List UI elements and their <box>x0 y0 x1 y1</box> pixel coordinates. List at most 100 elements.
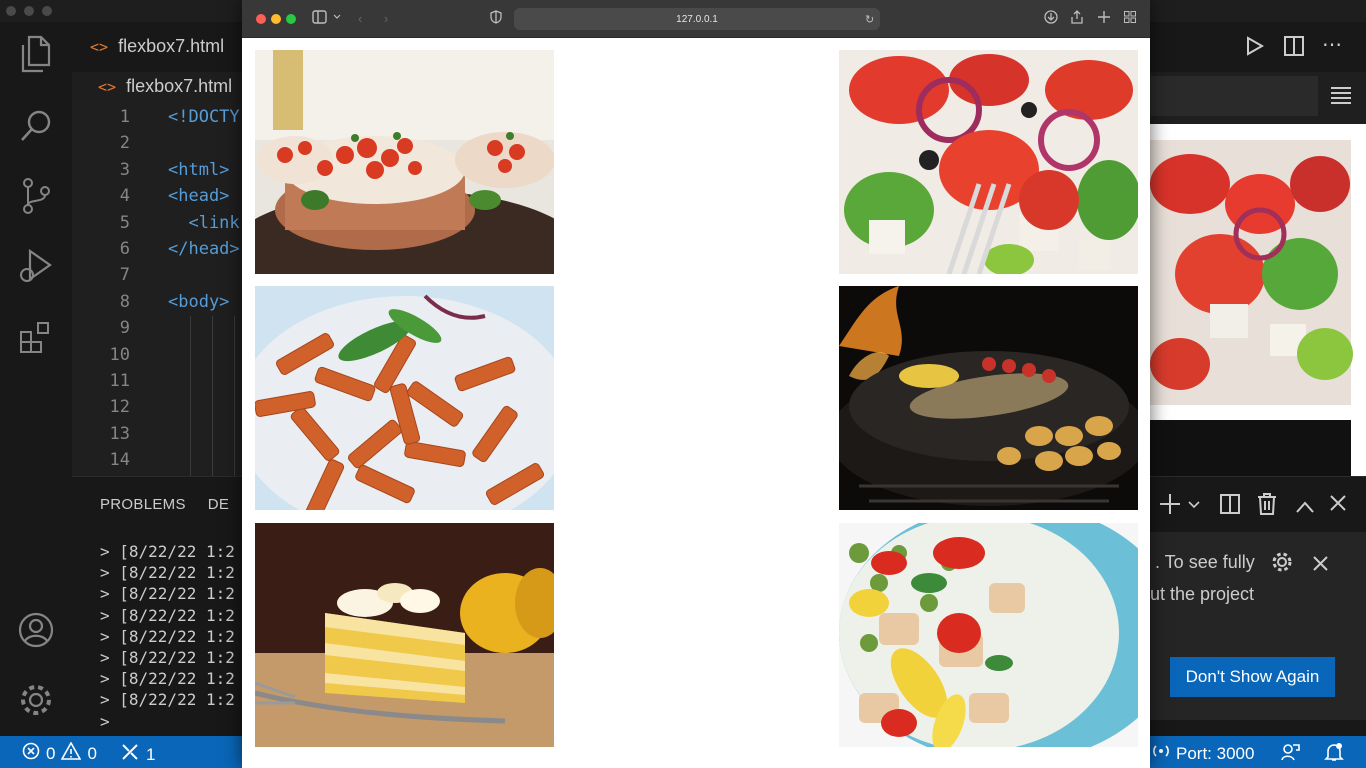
line-number: 1 <box>119 107 130 127</box>
maximize-panel-icon[interactable] <box>1296 496 1314 519</box>
tab-problems[interactable]: PROBLEMS <box>100 496 186 513</box>
terminal-line: > [8/22/22 1:2 <box>100 626 235 646</box>
source-control-icon[interactable] <box>16 176 56 216</box>
code-line[interactable]: <link <box>168 213 239 233</box>
shield-icon[interactable] <box>490 10 502 29</box>
share-icon[interactable] <box>1071 10 1083 29</box>
broadcast-icon <box>1152 742 1170 765</box>
new-terminal-icon[interactable] <box>1160 493 1200 521</box>
greek-salad-image <box>839 50 1138 274</box>
notification-text-1: . To see fully <box>1155 552 1255 572</box>
back-icon[interactable]: ‹ <box>358 10 362 28</box>
problems-status[interactable]: 0 0 <box>22 741 97 765</box>
menu-icon[interactable] <box>1330 86 1352 110</box>
chicken-salad-image <box>839 523 1138 747</box>
notification-text-2: ut the project <box>1150 584 1255 604</box>
ports-status[interactable]: 1 <box>120 742 155 767</box>
settings-gear-icon[interactable] <box>16 680 56 720</box>
split-terminal-icon[interactable] <box>1220 494 1240 520</box>
minimize-dot[interactable] <box>24 6 34 16</box>
html-file-icon: <> <box>98 77 117 96</box>
indent-guide <box>190 316 191 476</box>
address-bar[interactable]: 127.0.0.1 <box>514 8 880 30</box>
terminal-line: > [8/22/22 1:2 <box>100 648 235 667</box>
tab-debug[interactable]: DE <box>208 496 229 513</box>
terminal-line: > [8/22/22 1:2 <box>100 605 235 625</box>
code-line[interactable]: <body> <box>168 292 229 312</box>
tools-icon <box>120 742 140 767</box>
breadcrumb-file: flexbox7.html <box>126 76 233 96</box>
browser-close-button[interactable] <box>256 14 266 24</box>
explorer-icon[interactable] <box>16 34 56 74</box>
account-icon[interactable] <box>16 610 56 650</box>
warning-count: 0 <box>87 743 97 763</box>
html-file-icon: <> <box>90 37 109 56</box>
code-line[interactable]: <html> <box>168 160 229 180</box>
close-dot[interactable] <box>6 6 16 16</box>
split-editor-icon[interactable] <box>1284 36 1304 62</box>
url-text: 127.0.0.1 <box>676 13 718 25</box>
dont-show-again-button[interactable]: Don't Show Again <box>1170 657 1335 697</box>
downloads-icon[interactable] <box>1044 10 1058 29</box>
terminal-line: > [8/22/22 1:2 <box>100 669 235 689</box>
line-number: 10 <box>109 344 130 365</box>
code-line[interactable]: <head> <box>168 186 229 206</box>
close-panel-icon[interactable] <box>1330 494 1346 517</box>
preview-salad-image <box>1150 140 1353 405</box>
feedback-icon[interactable] <box>1280 742 1300 762</box>
zoom-dot[interactable] <box>42 6 52 16</box>
terminal-line: > [8/22/22 1:2 <box>100 584 235 604</box>
warning-icon <box>61 741 82 765</box>
browser-zoom-button[interactable] <box>286 14 296 24</box>
line-number: 8 <box>119 291 130 312</box>
line-number: 13 <box>109 423 130 444</box>
extensions-icon[interactable] <box>16 318 56 358</box>
line-number: 2 <box>119 133 130 154</box>
live-server-port[interactable]: Port: 3000 <box>1152 742 1254 765</box>
panel-tabs: PROBLEMS DE <box>100 496 229 513</box>
bruschetta-image <box>255 50 554 274</box>
code-line[interactable]: <!DOCTY <box>168 107 240 127</box>
terminal-line: > [8/22/22 1:2 <box>100 690 235 710</box>
search-icon[interactable] <box>16 106 56 146</box>
breadcrumb[interactable]: <> flexbox7.html <box>98 76 232 97</box>
indent-guide <box>212 316 213 476</box>
window-controls <box>6 6 52 16</box>
line-number: 7 <box>119 265 130 286</box>
reload-icon[interactable]: ↻ <box>865 11 874 29</box>
sidebar-toggle-icon[interactable] <box>312 10 342 29</box>
run-icon[interactable] <box>1246 36 1265 62</box>
notification-settings-icon[interactable] <box>1271 551 1293 579</box>
browser-toolbar: ‹ › 127.0.0.1 ↻ <box>242 0 1150 38</box>
tab-overview-icon[interactable] <box>1124 10 1136 28</box>
browser-minimize-button[interactable] <box>271 14 281 24</box>
new-tab-icon[interactable] <box>1098 10 1110 28</box>
notification-close-icon[interactable] <box>1313 554 1328 577</box>
preview-page <box>1150 124 1366 418</box>
terminal-line: > [8/22/22 1:2 <box>100 563 235 583</box>
trash-icon[interactable] <box>1257 493 1277 521</box>
penne-pasta-image <box>255 286 554 510</box>
line-number: 12 <box>109 397 130 418</box>
run-debug-icon[interactable] <box>16 246 56 286</box>
browser-window: ‹ › 127.0.0.1 ↻ <box>242 0 1150 768</box>
line-number: 9 <box>119 318 130 339</box>
preview-url-bar[interactable] <box>1150 76 1318 116</box>
lemon-cake-image <box>255 523 554 747</box>
indent-guide <box>234 316 235 476</box>
line-number: 14 <box>109 450 130 471</box>
tab-label: flexbox7.html <box>118 36 225 56</box>
line-number: 11 <box>109 371 130 391</box>
port-label: Port: 3000 <box>1176 743 1255 763</box>
preview-page-bottom <box>1150 418 1366 476</box>
line-number: 5 <box>119 212 130 233</box>
code-line[interactable]: </head> <box>168 239 240 259</box>
ports-count: 1 <box>146 744 156 764</box>
terminal-line: > [8/22/22 1:2 <box>100 542 235 561</box>
line-number: 3 <box>119 159 130 180</box>
more-actions-icon[interactable]: ⋯ <box>1322 32 1342 57</box>
forward-icon[interactable]: › <box>384 10 388 28</box>
grilled-fish-image <box>839 286 1138 510</box>
editor-tab[interactable]: <> flexbox7.html <box>90 36 224 57</box>
notifications-bell-icon[interactable] <box>1324 742 1344 762</box>
